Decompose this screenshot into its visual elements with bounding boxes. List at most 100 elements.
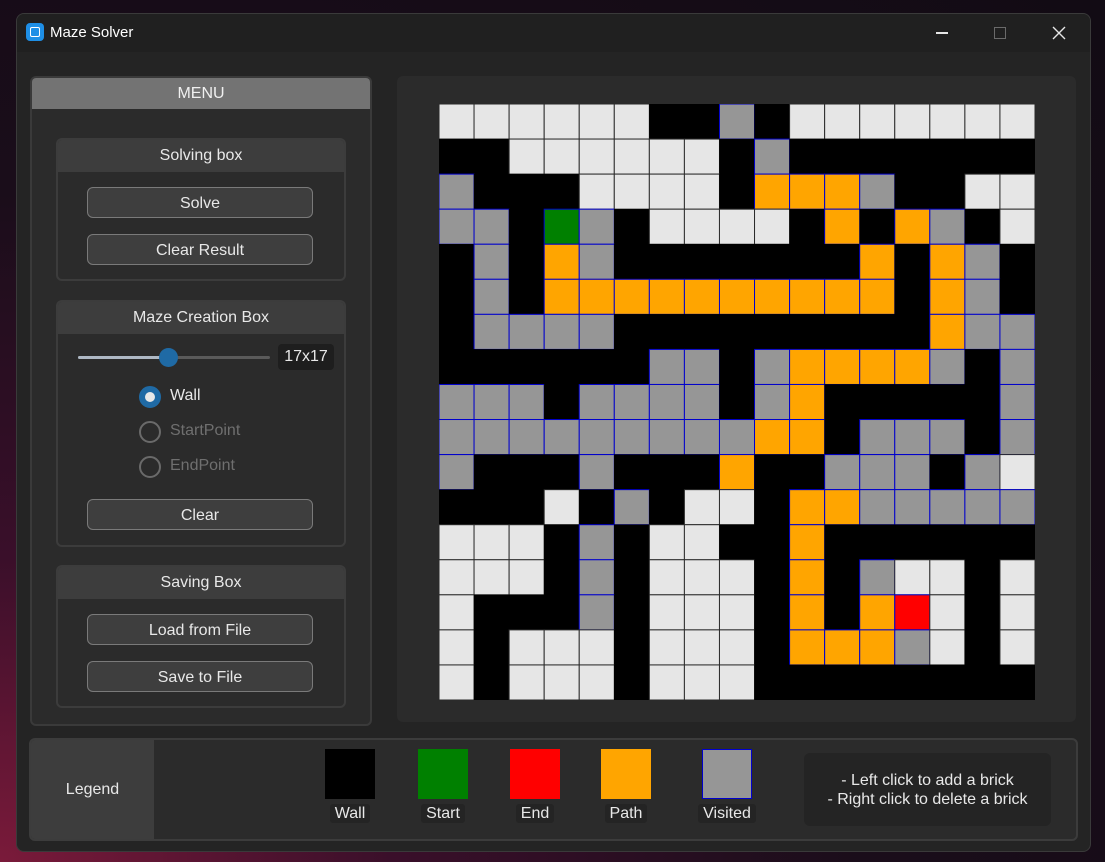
maze-cell-empty[interactable] (543, 104, 580, 140)
maze-cell-visited[interactable] (683, 348, 720, 385)
maze-cell-wall[interactable] (543, 384, 580, 420)
maze-cell-wall[interactable] (859, 208, 896, 245)
maze-cell-empty[interactable] (683, 664, 720, 700)
maze-cell-empty[interactable] (439, 524, 475, 561)
maze-cell-empty[interactable] (683, 208, 720, 245)
maze-cell-visited[interactable] (964, 243, 1001, 280)
maze-cell-visited[interactable] (508, 383, 545, 421)
maze-cell-visited[interactable] (929, 489, 966, 526)
maze-cell-wall[interactable] (719, 524, 755, 561)
maze-cell-wall[interactable] (824, 138, 860, 175)
maze-cell-path[interactable] (754, 173, 791, 210)
maze-cell-empty[interactable] (859, 104, 896, 140)
maze-cell-wall[interactable] (964, 349, 1001, 385)
maze-cell-wall[interactable] (964, 138, 1001, 175)
maze-cell-wall[interactable] (789, 664, 825, 700)
maze-cell-path[interactable] (718, 454, 756, 491)
maze-cell-path[interactable] (824, 278, 861, 315)
maze-cell-path[interactable] (824, 489, 861, 526)
maze-cell-wall[interactable] (508, 279, 545, 315)
maze-cell-wall[interactable] (439, 314, 475, 350)
maze-cell-empty[interactable] (578, 664, 615, 700)
maze-cell-empty[interactable] (683, 173, 720, 210)
radio-wall[interactable]: Wall (139, 386, 289, 410)
maze-cell-empty[interactable] (648, 208, 685, 245)
maze-cell-visited[interactable] (999, 383, 1035, 421)
maze-cell-empty[interactable] (508, 629, 545, 666)
maze-cell-wall[interactable] (824, 664, 860, 700)
maze-cell-wall[interactable] (894, 243, 931, 280)
maze-cell-empty[interactable] (929, 594, 966, 631)
maze-cell-wall[interactable] (614, 559, 650, 596)
maze-cell-wall[interactable] (473, 489, 510, 525)
maze-cell-visited[interactable] (929, 208, 966, 245)
maze-cell-empty[interactable] (508, 524, 545, 561)
maze-cell-wall[interactable] (473, 664, 510, 700)
maze-cell-empty[interactable] (543, 489, 580, 526)
clear-maze-button[interactable]: Clear (87, 499, 313, 530)
maze-cell-path[interactable] (789, 489, 826, 526)
maze-cell-visited[interactable] (613, 419, 650, 456)
maze-cell-wall[interactable] (999, 524, 1035, 561)
maze-cell-visited[interactable] (648, 348, 685, 385)
maze-cell-wall[interactable] (754, 489, 790, 525)
maze-cell-empty[interactable] (718, 208, 756, 245)
maze-cell-path[interactable] (578, 278, 615, 315)
maze-cell-empty[interactable] (929, 559, 966, 596)
maze-cell-visited[interactable] (718, 419, 756, 456)
maze-cell-wall[interactable] (508, 173, 545, 210)
load-from-file-button[interactable]: Load from File (87, 614, 313, 645)
maze-cell-wall[interactable] (473, 454, 510, 490)
maze-cell-wall[interactable] (684, 314, 720, 350)
maze-cell-wall[interactable] (473, 629, 510, 666)
save-to-file-button[interactable]: Save to File (87, 661, 313, 692)
maze-cell-visited[interactable] (473, 243, 510, 280)
maze-cell-wall[interactable] (999, 138, 1035, 175)
maze-cell-wall[interactable] (964, 419, 1001, 455)
maze-cell-visited[interactable] (718, 104, 756, 140)
maze-cell-wall[interactable] (439, 243, 475, 280)
maze-cell-visited[interactable] (824, 454, 861, 491)
maze-cell-wall[interactable] (824, 524, 860, 561)
maze-cell-wall[interactable] (894, 524, 931, 561)
maze-cell-wall[interactable] (473, 173, 510, 210)
maze-cell-visited[interactable] (859, 419, 896, 456)
maze-cell-empty[interactable] (929, 629, 966, 666)
maze-cell-visited[interactable] (964, 278, 1001, 315)
maze-cell-visited[interactable] (578, 524, 615, 561)
maze-cell-visited[interactable] (439, 208, 475, 245)
maze-cell-path[interactable] (929, 313, 966, 350)
maze-cell-empty[interactable] (578, 629, 615, 666)
maze-cell-visited[interactable] (578, 208, 615, 245)
maze-cell-empty[interactable] (683, 594, 720, 631)
maze-cell-visited[interactable] (473, 278, 510, 315)
maze-cell-visited[interactable] (508, 313, 545, 350)
maze-cell-wall[interactable] (824, 594, 860, 631)
maze-cell-empty[interactable] (613, 138, 650, 175)
maze-cell-visited[interactable] (439, 454, 475, 491)
maze-cell-empty[interactable] (894, 559, 931, 596)
maze-cell-wall[interactable] (684, 243, 720, 280)
maze-cell-wall[interactable] (614, 454, 650, 490)
maze-cell-wall[interactable] (578, 349, 615, 385)
maze-cell-wall[interactable] (649, 314, 685, 350)
maze-cell-visited[interactable] (439, 173, 475, 210)
maze-cell-wall[interactable] (649, 243, 685, 280)
maze-cell-path[interactable] (543, 278, 580, 315)
maze-cell-empty[interactable] (683, 524, 720, 561)
maze-cell-empty[interactable] (894, 104, 931, 140)
maze-cell-start[interactable] (543, 208, 580, 245)
maze-cell-visited[interactable] (683, 383, 720, 421)
size-slider-handle[interactable] (159, 348, 179, 367)
maze-cell-visited[interactable] (894, 489, 931, 526)
maze-cell-visited[interactable] (964, 313, 1001, 350)
maze-cell-wall[interactable] (614, 664, 650, 700)
minimize-button[interactable] (922, 18, 962, 48)
maze-cell-visited[interactable] (613, 383, 650, 421)
maze-cell-visited[interactable] (859, 489, 896, 526)
maze-cell-empty[interactable] (648, 173, 685, 210)
maze-cell-wall[interactable] (754, 314, 790, 350)
radio-endpoint[interactable]: EndPoint (139, 456, 289, 480)
maze-cell-visited[interactable] (543, 313, 580, 350)
maze-cell-path[interactable] (859, 243, 896, 280)
